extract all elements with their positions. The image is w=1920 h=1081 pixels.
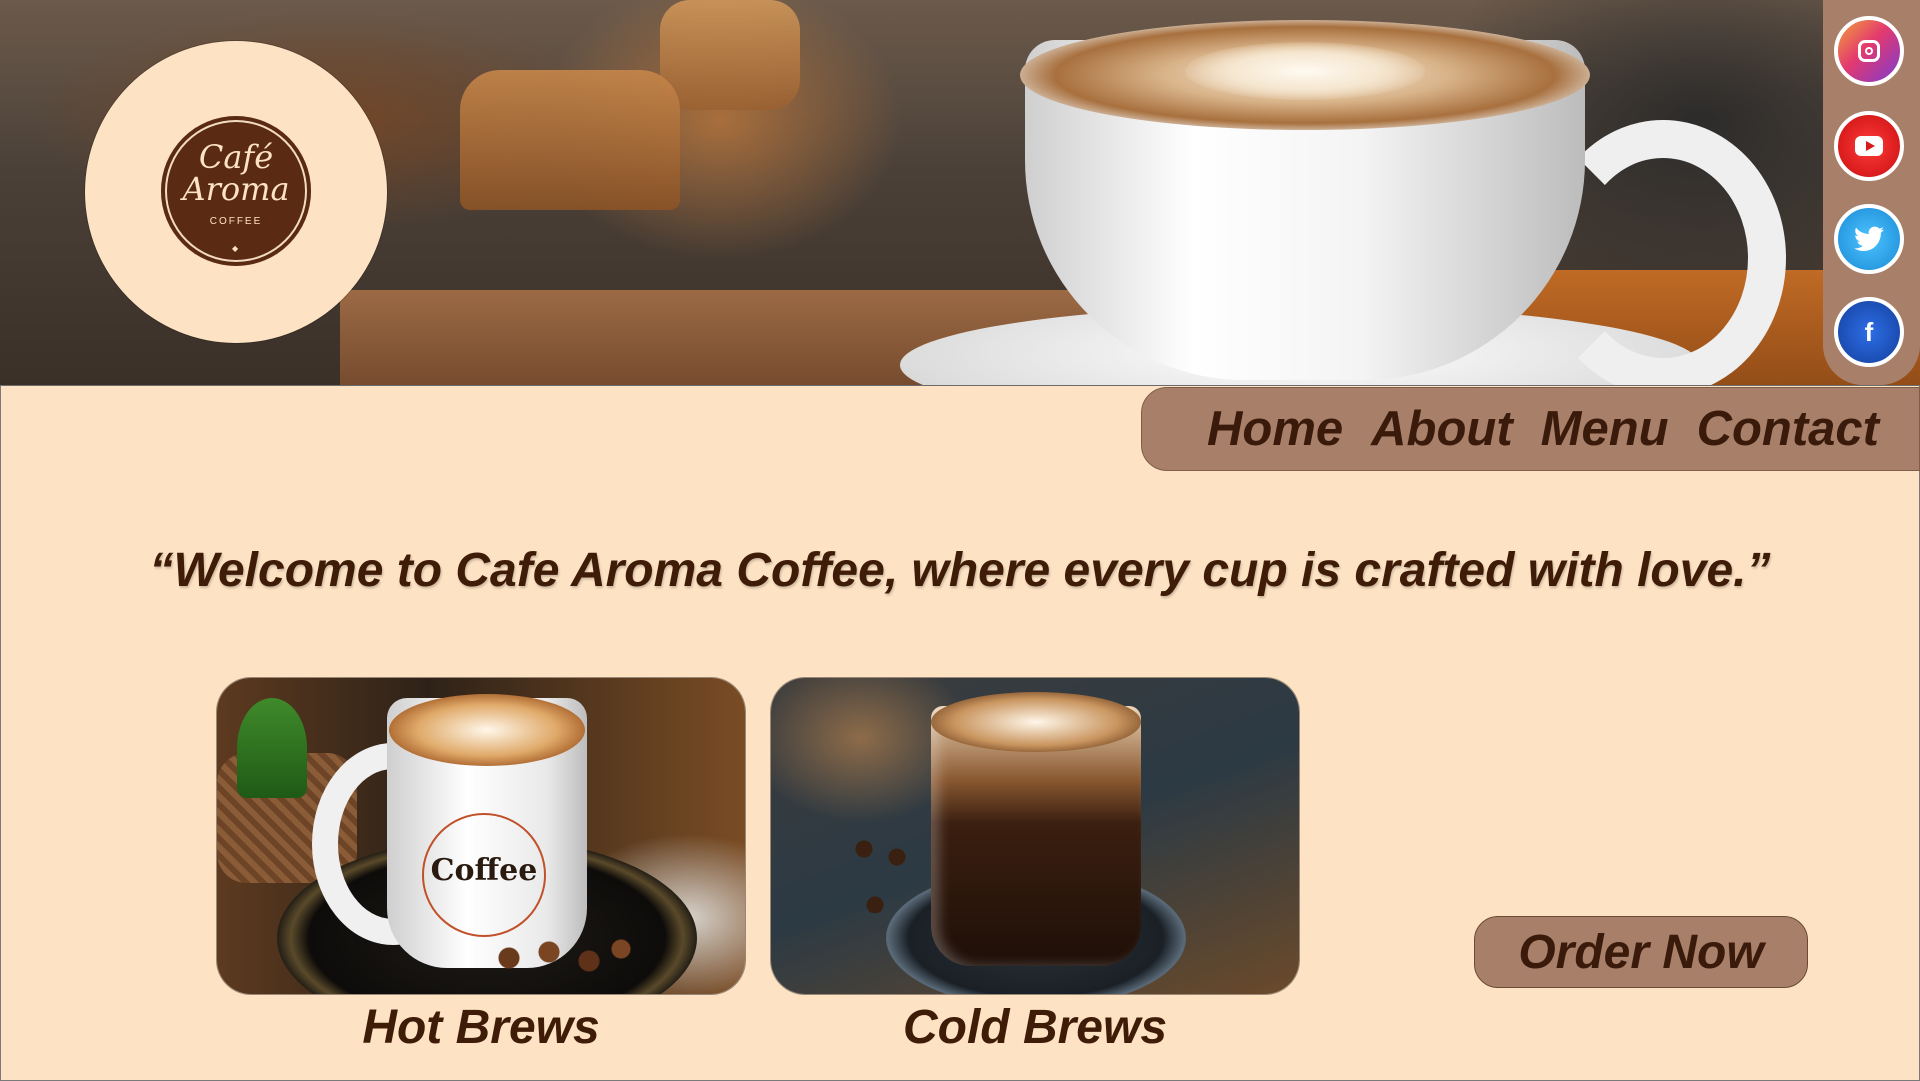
youtube-icon[interactable] bbox=[1834, 111, 1904, 181]
social-sidebar: f bbox=[1823, 0, 1920, 385]
twitter-icon[interactable] bbox=[1834, 204, 1904, 274]
hero-latte-art bbox=[1185, 42, 1425, 100]
facebook-icon[interactable]: f bbox=[1834, 297, 1904, 367]
nav-home[interactable]: Home bbox=[1207, 404, 1343, 454]
logo[interactable]: Café Aroma COFFEE ◆ bbox=[85, 41, 387, 343]
mug-logo-text: Coffee bbox=[430, 853, 538, 888]
logo-tagline: COFFEE bbox=[209, 216, 263, 227]
hero-chair-back bbox=[660, 0, 800, 110]
hero-chair bbox=[460, 70, 680, 210]
order-now-button[interactable]: Order Now bbox=[1474, 916, 1808, 988]
instagram-icon[interactable] bbox=[1834, 16, 1904, 86]
nav-about[interactable]: About bbox=[1371, 404, 1513, 454]
logo-text-line1: Café bbox=[198, 138, 274, 176]
cold-brews-caption[interactable]: Cold Brews bbox=[771, 1000, 1299, 1055]
main-nav: Home About Menu Contact bbox=[1141, 387, 1920, 471]
nav-menu[interactable]: Menu bbox=[1541, 404, 1669, 454]
hero-banner: Café Aroma COFFEE ◆ f bbox=[0, 0, 1920, 385]
logo-badge: Café Aroma COFFEE ◆ bbox=[161, 116, 311, 266]
logo-dot-icon: ◆ bbox=[232, 244, 239, 253]
welcome-message: “Welcome to Cafe Aroma Coffee, where eve… bbox=[149, 544, 1771, 597]
hot-brews-image[interactable]: Coffee bbox=[217, 678, 745, 994]
cold-brews-image[interactable] bbox=[771, 678, 1299, 994]
mug-logo: Coffee bbox=[422, 813, 546, 937]
logo-text-line2: Aroma bbox=[182, 170, 290, 208]
hot-brews-caption[interactable]: Hot Brews bbox=[217, 1000, 745, 1055]
nav-contact[interactable]: Contact bbox=[1697, 404, 1879, 454]
